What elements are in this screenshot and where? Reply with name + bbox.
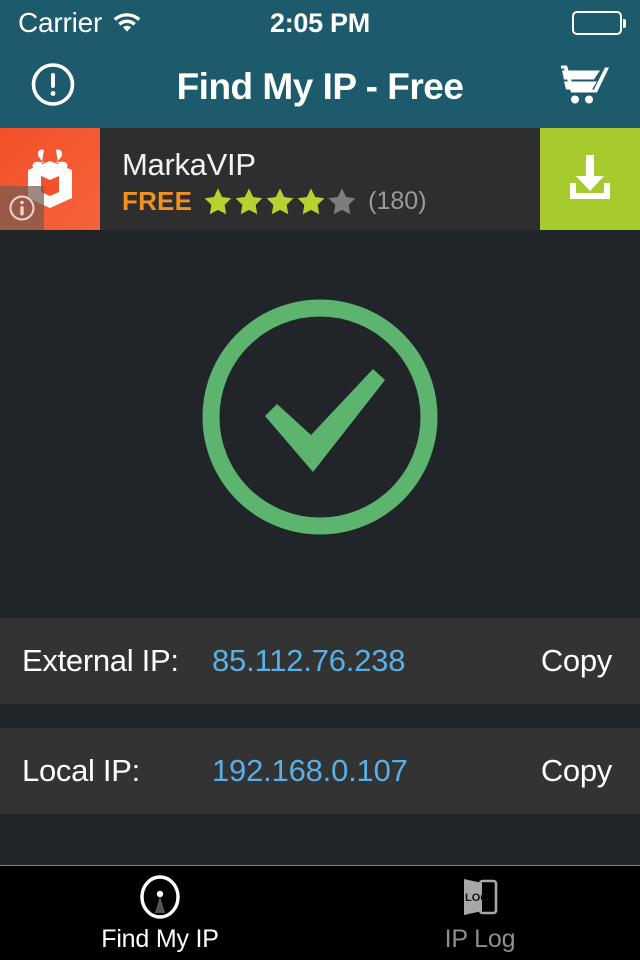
ad-star-rating: [203, 187, 357, 216]
tab-bar: Find My IP LOG IP Log: [0, 865, 640, 960]
checkmark-circle-icon: [195, 292, 445, 547]
svg-text:LOG: LOG: [465, 892, 489, 904]
tab-label-find-my-ip: Find My IP: [101, 924, 219, 953]
star-filled-icon: [266, 188, 294, 215]
tab-ip-log[interactable]: LOG IP Log: [320, 866, 640, 960]
status-bar-time: 2:05 PM: [270, 7, 370, 38]
battery-icon: [572, 11, 626, 35]
radar-beacon-icon: [136, 873, 184, 921]
star-filled-icon: [204, 188, 232, 215]
local-ip-value: 192.168.0.107: [212, 753, 408, 788]
external-ip-value: 85.112.76.238: [212, 643, 406, 678]
star-filled-icon: [297, 188, 325, 215]
ad-app-name: MarkaVIP: [122, 146, 256, 182]
exclamation-circle-icon[interactable]: [30, 62, 76, 113]
local-ip-row: Local IP: 192.168.0.107 Copy: [0, 728, 640, 814]
ad-text-block: MarkaVIP FREE (180): [100, 128, 540, 230]
navigation-bar: Find My IP - Free: [0, 46, 640, 128]
ad-review-count: (180): [368, 187, 427, 216]
external-ip-copy-button[interactable]: Copy: [541, 643, 612, 679]
download-icon[interactable]: [540, 128, 640, 230]
status-display-area: [0, 230, 640, 608]
star-empty-icon: [328, 188, 356, 215]
external-ip-label: External IP:: [22, 643, 179, 678]
page-title: Find My IP - Free: [176, 66, 464, 107]
tab-label-ip-log: IP Log: [444, 924, 516, 953]
ad-banner[interactable]: MarkaVIP FREE (180): [0, 128, 640, 230]
shopping-cart-icon[interactable]: [556, 62, 612, 113]
ad-meta-row: FREE (180): [122, 186, 540, 217]
markavip-gift-box-icon: [0, 128, 100, 230]
external-ip-row: External IP: 85.112.76.238 Copy: [0, 618, 640, 704]
star-filled-icon: [235, 188, 263, 215]
local-ip-copy-button[interactable]: Copy: [541, 753, 612, 789]
info-icon[interactable]: [0, 186, 44, 230]
tab-find-my-ip[interactable]: Find My IP: [0, 866, 320, 960]
local-ip-label: Local IP:: [22, 753, 140, 788]
status-bar: Carrier 2:05 PM: [0, 0, 640, 46]
log-book-icon: LOG: [456, 873, 504, 921]
app-screen: Carrier 2:05 PM Find My IP - Free MarkaV…: [0, 0, 640, 960]
ad-price-label: FREE: [122, 186, 193, 217]
